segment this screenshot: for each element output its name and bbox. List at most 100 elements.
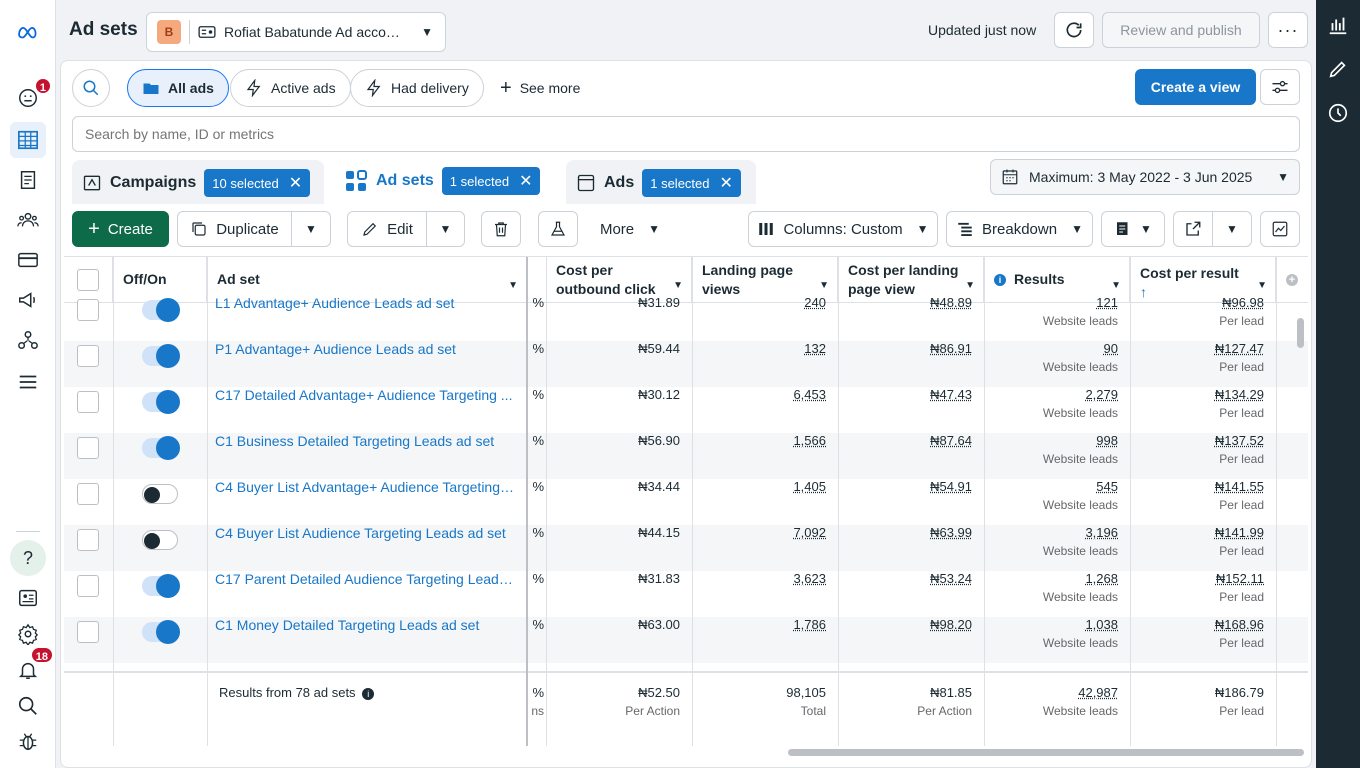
ad-set-name-link[interactable]: C17 Detailed Advantage+ Audience Targeti…	[215, 387, 515, 403]
filter-active-ads[interactable]: Active ads	[230, 69, 351, 107]
delivery-toggle[interactable]	[142, 530, 178, 550]
landing-views-value: 1,405	[793, 479, 826, 494]
columns-button[interactable]: Columns: Custom ▼	[748, 211, 938, 247]
row-checkbox[interactable]	[77, 299, 99, 321]
row-checkbox[interactable]	[77, 621, 99, 643]
reports-button[interactable]: ▼	[1101, 211, 1165, 247]
ad-sets-selection-chip[interactable]: 1 selected ✕	[441, 167, 541, 195]
billing-card-icon[interactable]	[10, 242, 46, 278]
select-all-checkbox[interactable]	[77, 269, 99, 291]
search-icon[interactable]	[10, 688, 46, 724]
vertical-scrollbar[interactable]	[1297, 318, 1304, 348]
pages-icon[interactable]	[10, 162, 46, 198]
delivery-toggle[interactable]	[142, 620, 180, 644]
ad-set-name-link[interactable]: P1 Advantage+ Audience Leads ad set	[215, 341, 515, 357]
cost-outbound-value: ₦30.12	[638, 387, 680, 402]
filter-had-delivery[interactable]: Had delivery	[350, 69, 484, 107]
bug-report-icon[interactable]	[10, 724, 46, 760]
all-tools-menu-icon[interactable]	[10, 364, 46, 400]
sliders-icon	[1272, 80, 1288, 94]
horizontal-scrollbar[interactable]	[788, 749, 1304, 756]
edit-dropdown-button[interactable]: ▼	[426, 211, 465, 247]
view-settings-button[interactable]	[1260, 69, 1300, 105]
chart-icon[interactable]	[1327, 14, 1349, 36]
delivery-toggle[interactable]	[142, 298, 180, 322]
ad-set-name-link[interactable]: C1 Money Detailed Targeting Leads ad set	[215, 617, 515, 633]
ad-set-name-link[interactable]: C1 Business Detailed Targeting Leads ad …	[215, 433, 515, 449]
ad-set-name-link[interactable]: C17 Parent Detailed Audience Targeting L…	[215, 571, 515, 587]
account-overview-icon[interactable]: 1	[10, 77, 52, 116]
create-view-button[interactable]: Create a view	[1135, 69, 1256, 105]
notifications-bell-icon[interactable]: 18	[10, 646, 54, 688]
table-row[interactable]: C17 Detailed Advantage+ Audience Targeti…	[64, 387, 1308, 433]
business-network-icon[interactable]	[10, 322, 46, 358]
ads-megaphone-icon[interactable]	[10, 282, 46, 318]
duplicate-button[interactable]: Duplicate	[177, 211, 292, 247]
search-toggle-button[interactable]	[72, 69, 110, 107]
history-clock-icon[interactable]	[1327, 102, 1349, 124]
delete-button[interactable]	[481, 211, 521, 247]
cost-outbound-value: ₦31.89	[638, 295, 680, 310]
campaigns-selection-chip[interactable]: 10 selected ✕	[204, 169, 311, 197]
table-row[interactable]: C17 Parent Detailed Audience Targeting L…	[64, 571, 1308, 617]
add-column-icon[interactable]: +	[1286, 273, 1298, 286]
delivery-toggle[interactable]	[142, 344, 180, 368]
see-more-button[interactable]: + See more	[486, 69, 594, 107]
ad-set-name-link[interactable]: L1 Advantage+ Audience Leads ad set	[215, 295, 515, 311]
row-checkbox[interactable]	[77, 575, 99, 597]
table-row[interactable]: C1 Money Detailed Targeting Leads ad set…	[64, 617, 1308, 663]
table-row[interactable]: C4 Buyer List Advantage+ Audience Target…	[64, 479, 1308, 525]
edit-pencil-icon[interactable]	[1327, 58, 1349, 80]
more-options-button[interactable]: ···	[1268, 12, 1308, 48]
audiences-icon[interactable]	[10, 202, 46, 238]
create-button[interactable]: + Create	[72, 211, 169, 247]
row-checkbox[interactable]	[77, 391, 99, 413]
row-checkbox[interactable]	[77, 345, 99, 367]
ads-window-icon	[577, 174, 595, 192]
date-range-picker[interactable]: Maximum: 3 May 2022 - 3 Jun 2025 ▼	[990, 159, 1300, 195]
delivery-toggle[interactable]	[142, 436, 180, 460]
reports-icon[interactable]	[10, 580, 46, 616]
close-icon[interactable]: ✕	[720, 173, 733, 193]
row-checkbox[interactable]	[77, 529, 99, 551]
ad-set-name-link[interactable]: C4 Buyer List Advantage+ Audience Target…	[215, 479, 515, 495]
ad-account-selector[interactable]: B Rofiat Babatunde Ad accou... ▼	[146, 12, 446, 52]
row-checkbox[interactable]	[77, 437, 99, 459]
breakdown-button[interactable]: Breakdown ▼	[946, 211, 1093, 247]
tab-campaigns[interactable]: Campaigns 10 selected ✕	[72, 160, 324, 206]
delivery-toggle[interactable]	[142, 574, 180, 598]
edit-button[interactable]: Edit	[347, 211, 427, 247]
filter-all-ads[interactable]: All ads	[127, 69, 229, 107]
close-icon[interactable]: ✕	[519, 171, 532, 191]
tab-ad-sets[interactable]: Ad sets 1 selected ✕	[334, 158, 556, 204]
delivery-toggle[interactable]	[142, 484, 178, 504]
review-publish-button[interactable]: Review and publish	[1102, 12, 1260, 48]
refresh-button[interactable]	[1054, 12, 1094, 48]
close-icon[interactable]: ✕	[289, 173, 302, 193]
chart-view-button[interactable]	[1260, 211, 1300, 247]
duplicate-dropdown-button[interactable]: ▼	[291, 211, 331, 247]
tab-ads[interactable]: Ads 1 selected ✕	[566, 160, 756, 206]
more-actions-button[interactable]: More ▼	[590, 211, 670, 247]
ad-set-name-link[interactable]: C4 Buyer List Audience Targeting Leads a…	[215, 525, 515, 541]
campaigns-table-icon[interactable]	[10, 122, 46, 158]
table-row[interactable]: C4 Buyer List Audience Targeting Leads a…	[64, 525, 1308, 571]
export-dropdown-button[interactable]: ▼	[1212, 211, 1252, 247]
ab-test-button[interactable]	[538, 211, 578, 247]
column-divider	[1276, 257, 1277, 746]
more-label: More	[599, 220, 635, 238]
info-icon[interactable]: i	[362, 688, 375, 700]
row-checkbox[interactable]	[77, 483, 99, 505]
delivery-toggle[interactable]	[142, 390, 180, 414]
cost-result-value: ₦152.11	[1215, 571, 1264, 586]
export-button[interactable]	[1173, 211, 1213, 247]
ads-selection-chip[interactable]: 1 selected ✕	[642, 169, 741, 197]
cost-result-sub: Per lead	[1219, 498, 1264, 512]
table-row[interactable]: P1 Advantage+ Audience Leads ad set% ₦59.…	[64, 341, 1308, 387]
search-input[interactable]	[72, 116, 1300, 152]
table-row[interactable]: C1 Business Detailed Targeting Leads ad …	[64, 433, 1308, 479]
table-row[interactable]: L1 Advantage+ Audience Leads ad set% ₦31.…	[64, 295, 1308, 341]
info-icon[interactable]: i	[994, 273, 1006, 286]
help-icon[interactable]: ?	[10, 540, 46, 576]
meta-logo-icon[interactable]	[10, 14, 46, 50]
